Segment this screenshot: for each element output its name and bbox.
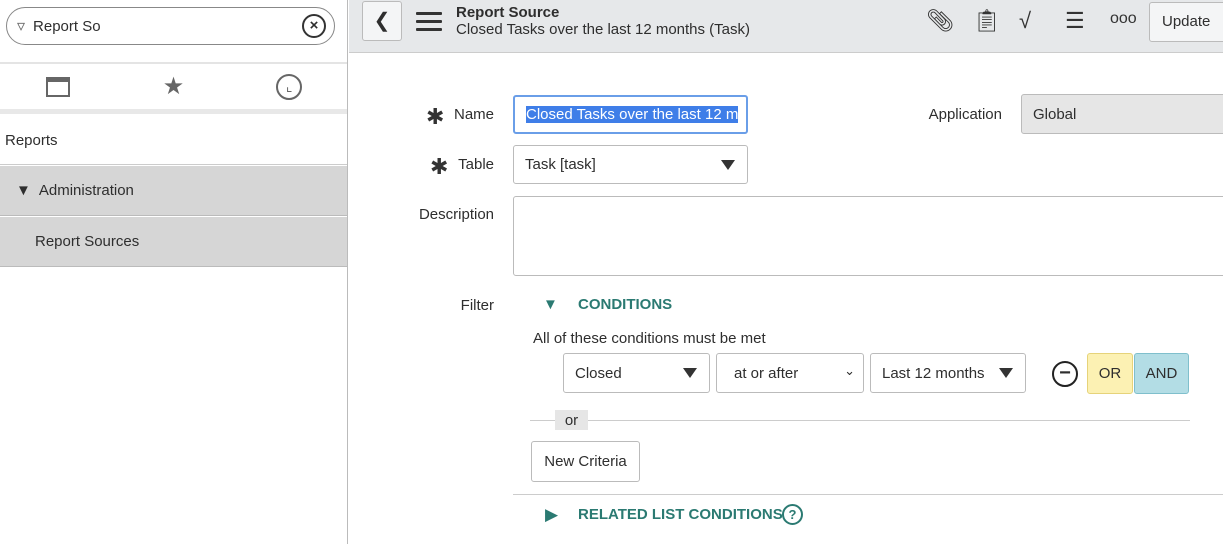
back-button[interactable]: ❮ <box>362 1 402 41</box>
description-textarea[interactable] <box>513 196 1223 276</box>
or-button[interactable]: OR <box>1087 353 1133 394</box>
name-input[interactable]: Closed Tasks over the last 12 m <box>513 95 748 134</box>
search-value: Report So <box>33 17 101 35</box>
update-button[interactable]: Update <box>1149 2 1223 42</box>
application-field: Global <box>1021 94 1223 134</box>
menu-icon[interactable] <box>416 12 442 36</box>
new-criteria-button[interactable]: New Criteria <box>531 441 640 482</box>
conditions-toggle[interactable]: CONDITIONS <box>578 296 672 313</box>
remove-condition-icon[interactable]: − <box>1052 361 1078 387</box>
caret-down-icon: ▼ <box>16 182 31 199</box>
navigator-tabs: ★ ⌞ <box>0 62 347 114</box>
nav-item-administration[interactable]: ▼ Administration <box>0 166 347 216</box>
activity-icon[interactable]: √ <box>1019 8 1031 34</box>
form-header: ❮ Report Source Closed Tasks over the la… <box>349 0 1223 53</box>
navigator-filter-input[interactable]: ▿ Report So × <box>6 7 335 45</box>
tab-all-applications[interactable] <box>0 64 116 109</box>
form-title: Report Source <box>456 4 560 21</box>
dropdown-arrow-icon <box>999 368 1013 378</box>
application-label: Application <box>928 106 1002 123</box>
condition-operator-select[interactable]: at or after ⌄ <box>716 353 864 393</box>
clipboard-icon[interactable]: 📋︎ <box>973 8 1001 34</box>
chevron-left-icon: ❮ <box>373 10 391 32</box>
divider <box>513 494 1223 495</box>
tab-favorites[interactable]: ★ <box>116 64 232 109</box>
filter-label: Filter <box>460 297 494 314</box>
sidebar: ▿ Report So × ★ ⌞ Reports ▼ Administratio… <box>0 0 348 544</box>
dropdown-arrow-icon <box>721 160 735 170</box>
chevron-down-icon: ⌄ <box>844 363 855 378</box>
archive-icon <box>45 76 70 97</box>
related-list-conditions-toggle[interactable]: RELATED LIST CONDITIONS <box>578 506 783 523</box>
description-label: Description <box>418 206 494 223</box>
condition-value-select[interactable]: Last 12 months <box>870 353 1026 393</box>
nav-label: Administration <box>38 182 134 199</box>
nav-item-reports[interactable]: Reports <box>0 117 347 165</box>
help-icon[interactable]: ? <box>782 504 803 525</box>
paperclip-icon[interactable]: 📎︎ <box>926 8 954 34</box>
divider <box>530 420 1190 421</box>
dropdown-arrow-icon <box>683 368 697 378</box>
and-button[interactable]: AND <box>1134 353 1189 394</box>
filter-icon: ▿ <box>17 18 26 35</box>
name-label: Name <box>453 106 494 123</box>
nav-label: Report Sources <box>35 233 140 250</box>
expand-related-icon[interactable]: ▶ <box>545 505 558 525</box>
condition-field-select[interactable]: Closed <box>563 353 710 393</box>
star-icon: ★ <box>162 73 185 100</box>
or-separator: or <box>555 410 588 430</box>
clock-icon: ⌞ <box>276 73 303 100</box>
table-label: Table <box>458 156 494 173</box>
tab-history[interactable]: ⌞ <box>231 64 347 109</box>
conditions-hint: All of these conditions must be met <box>533 330 766 347</box>
clear-search-icon[interactable]: × <box>302 14 326 38</box>
nav-label: Reports <box>5 132 58 149</box>
more-icon[interactable]: ooo <box>1110 10 1137 28</box>
collapse-conditions-icon[interactable]: ▼ <box>543 296 558 313</box>
table-select[interactable]: Task [task] <box>513 145 748 184</box>
form-subtitle: Closed Tasks over the last 12 months (Ta… <box>456 21 751 38</box>
nav-item-report-sources[interactable]: Report Sources <box>0 217 347 267</box>
settings-sliders-icon[interactable]: ☰ <box>1065 8 1085 34</box>
